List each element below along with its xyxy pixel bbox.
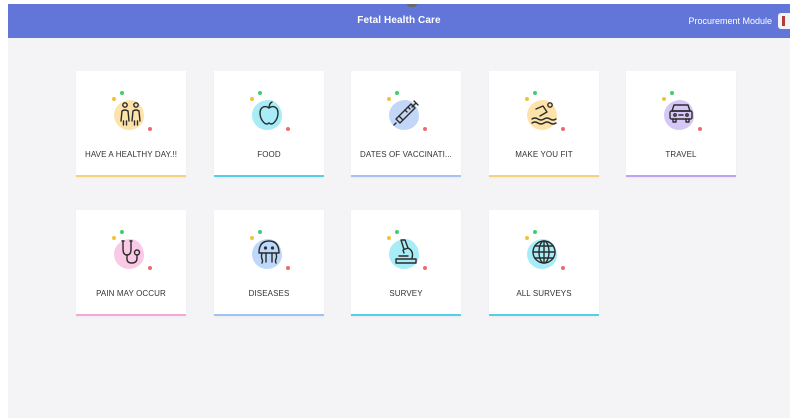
- microscope-icon: [395, 239, 417, 264]
- card-label: DATES OF VACCINATI...: [360, 150, 452, 159]
- card-label: DISEASES: [248, 289, 290, 298]
- card-label: TRAVEL: [665, 150, 697, 159]
- card-label: HAVE A HEALTHY DAY.!!: [84, 150, 178, 159]
- card-accent-bar: [214, 314, 324, 316]
- card-label: SURVEY: [389, 289, 423, 298]
- card-label: ALL SURVEYS: [516, 289, 572, 298]
- card-accent-bar: [489, 175, 599, 177]
- jellyfish-icon: [258, 240, 280, 264]
- card-accent-bar: [76, 175, 186, 177]
- card-all-surveys[interactable]: ALL SURVEYS: [489, 210, 599, 316]
- module-link[interactable]: Procurement Module: [688, 4, 772, 38]
- card-accent-bar: [351, 314, 461, 316]
- card-pain-may-occur[interactable]: PAIN MAY OCCUR: [76, 210, 186, 316]
- card-accent-bar: [214, 175, 324, 177]
- top-bar: Fetal Health Care Procurement Module: [8, 4, 790, 38]
- apple-icon: [259, 101, 279, 125]
- avatar[interactable]: [778, 13, 790, 29]
- page-title: Fetal Health Care: [357, 15, 441, 26]
- card-food[interactable]: FOOD: [214, 71, 324, 177]
- card-accent-bar: [76, 314, 186, 316]
- globe-icon: [532, 240, 556, 264]
- family-icon: [120, 102, 141, 126]
- card-diseases[interactable]: DISEASES: [214, 210, 324, 316]
- card-label: MAKE YOU FIT: [515, 150, 573, 159]
- card-healthy-day[interactable]: HAVE A HEALTHY DAY.!!: [76, 71, 186, 177]
- swimmer-icon: [531, 102, 557, 125]
- card-label: FOOD: [257, 150, 281, 159]
- card-vaccination-dates[interactable]: DATES OF VACCINATI...: [351, 71, 461, 177]
- app-window: Fetal Health Care Procurement Module HAV…: [8, 4, 790, 418]
- card-travel[interactable]: TRAVEL: [626, 71, 736, 177]
- stethoscope-icon: [121, 240, 141, 264]
- card-make-you-fit[interactable]: MAKE YOU FIT: [489, 71, 599, 177]
- card-survey[interactable]: SURVEY: [351, 210, 461, 316]
- syringe-icon: [393, 100, 419, 126]
- card-label: PAIN MAY OCCUR: [96, 289, 166, 298]
- card-accent-bar: [626, 175, 736, 177]
- card-accent-bar: [489, 314, 599, 316]
- car-icon: [669, 104, 693, 123]
- card-accent-bar: [351, 175, 461, 177]
